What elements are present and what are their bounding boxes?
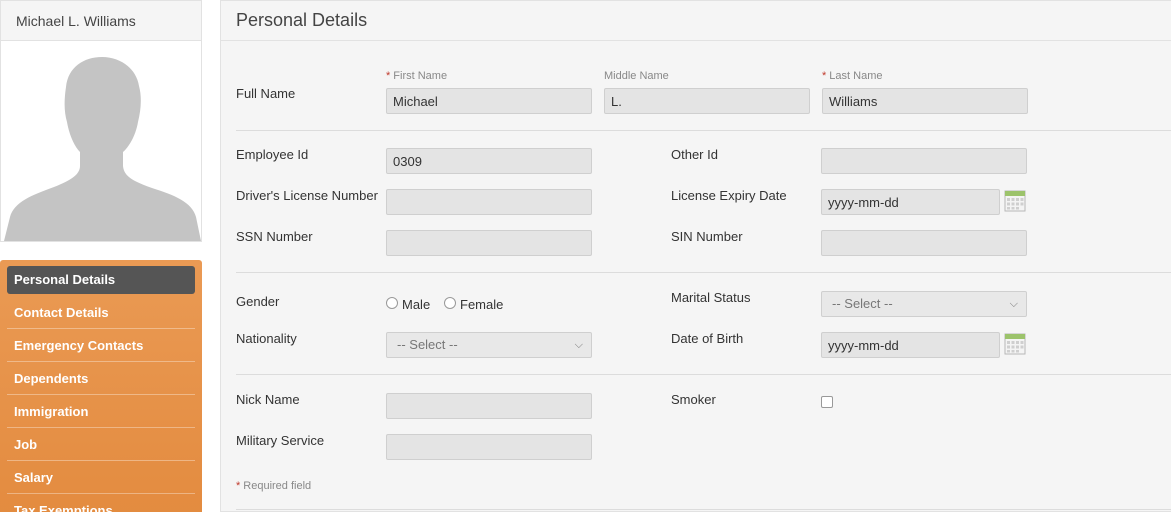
nick-name-input[interactable] — [386, 393, 592, 419]
chevron-down-icon: ⌵ — [574, 339, 583, 351]
avatar-silhouette-icon — [4, 57, 201, 241]
full-name-label: Full Name — [236, 86, 296, 101]
sidebar-item-job[interactable]: Job — [7, 428, 195, 461]
middle-name-input[interactable] — [604, 88, 810, 114]
divider — [236, 509, 1171, 510]
sin-label: SIN Number — [671, 229, 743, 244]
divider — [236, 272, 1171, 273]
sidebar-item-contact-details[interactable]: Contact Details — [7, 296, 195, 329]
sidebar-item-dependents[interactable]: Dependents — [7, 362, 195, 395]
dob-label: Date of Birth — [671, 331, 744, 346]
gender-female-radio[interactable] — [444, 297, 456, 309]
license-expiry-label: License Expiry Date — [671, 188, 787, 203]
smoker-checkbox[interactable] — [821, 396, 833, 408]
military-service-input[interactable] — [386, 434, 592, 460]
avatar[interactable] — [2, 42, 201, 241]
drivers-license-label: Driver's License Number — [236, 188, 378, 203]
personal-details-panel: Personal Details Full Name * First Name M… — [220, 0, 1171, 512]
ssn-input[interactable] — [386, 230, 592, 256]
sidebar-item-personal-details[interactable]: Personal Details — [7, 266, 195, 294]
sidebar-item-emergency-contacts[interactable]: Emergency Contacts — [7, 329, 195, 362]
sidebar-nav: Personal Details Contact Details Emergen… — [0, 260, 202, 512]
nationality-value: -- Select -- — [397, 337, 458, 352]
marital-status-value: -- Select -- — [832, 296, 893, 311]
middle-name-label: Middle Name — [604, 70, 669, 82]
first-name-label: * First Name — [386, 70, 448, 82]
calendar-icon[interactable] — [1004, 331, 1026, 355]
gender-male-label[interactable]: Male — [402, 297, 430, 312]
chevron-down-icon: ⌵ — [1009, 298, 1018, 310]
divider — [236, 374, 1171, 375]
calendar-icon[interactable] — [1004, 188, 1026, 212]
gender-female-label[interactable]: Female — [460, 297, 503, 312]
last-name-label: * Last Name — [822, 70, 883, 82]
sidebar-item-salary[interactable]: Salary — [7, 461, 195, 494]
nationality-label: Nationality — [236, 331, 297, 346]
employee-id-input[interactable] — [386, 148, 592, 174]
marital-status-select[interactable]: -- Select -- ⌵ — [821, 291, 1027, 317]
drivers-license-input[interactable] — [386, 189, 592, 215]
first-name-input[interactable] — [386, 88, 592, 114]
sidebar-item-tax-exemptions[interactable]: Tax Exemptions — [7, 494, 195, 512]
sidebar-item-immigration[interactable]: Immigration — [7, 395, 195, 428]
other-id-input[interactable] — [821, 148, 1027, 174]
last-name-input[interactable] — [822, 88, 1028, 114]
nick-name-label: Nick Name — [236, 392, 300, 407]
gender-label: Gender — [236, 294, 280, 309]
ssn-label: SSN Number — [236, 229, 313, 244]
dob-input[interactable] — [821, 332, 1000, 358]
required-field-note: * Required field — [236, 480, 312, 492]
page-title: Personal Details — [221, 1, 1171, 41]
employee-name: Michael L. Williams — [1, 1, 201, 41]
marital-status-label: Marital Status — [671, 290, 751, 305]
divider — [236, 130, 1171, 131]
smoker-label: Smoker — [671, 392, 716, 407]
profile-card: Michael L. Williams — [0, 0, 202, 242]
license-expiry-input[interactable] — [821, 189, 1000, 215]
military-service-label: Military Service — [236, 433, 325, 448]
sin-input[interactable] — [821, 230, 1027, 256]
nationality-select[interactable]: -- Select -- ⌵ — [386, 332, 592, 358]
employee-id-label: Employee Id — [236, 147, 309, 162]
other-id-label: Other Id — [671, 147, 718, 162]
gender-male-radio[interactable] — [386, 297, 398, 309]
